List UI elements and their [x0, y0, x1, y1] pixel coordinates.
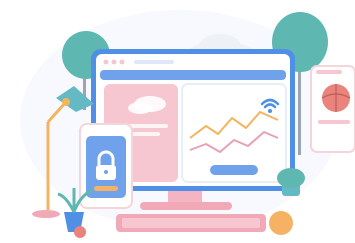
- screen-button[interactable]: [210, 165, 258, 175]
- unlock-button[interactable]: [94, 186, 118, 191]
- window-dot-icon: [111, 59, 117, 65]
- keyboard[interactable]: [116, 214, 266, 232]
- window-dot-icon: [103, 59, 109, 65]
- illustration-canvas: [20, 10, 355, 238]
- chart-panel: [181, 83, 287, 183]
- sports-card: [310, 65, 355, 153]
- window-dot-icon: [119, 59, 125, 65]
- security-card: [79, 123, 133, 209]
- computer-workspace-illustration: [0, 0, 355, 243]
- orange-ball-icon: [269, 211, 293, 235]
